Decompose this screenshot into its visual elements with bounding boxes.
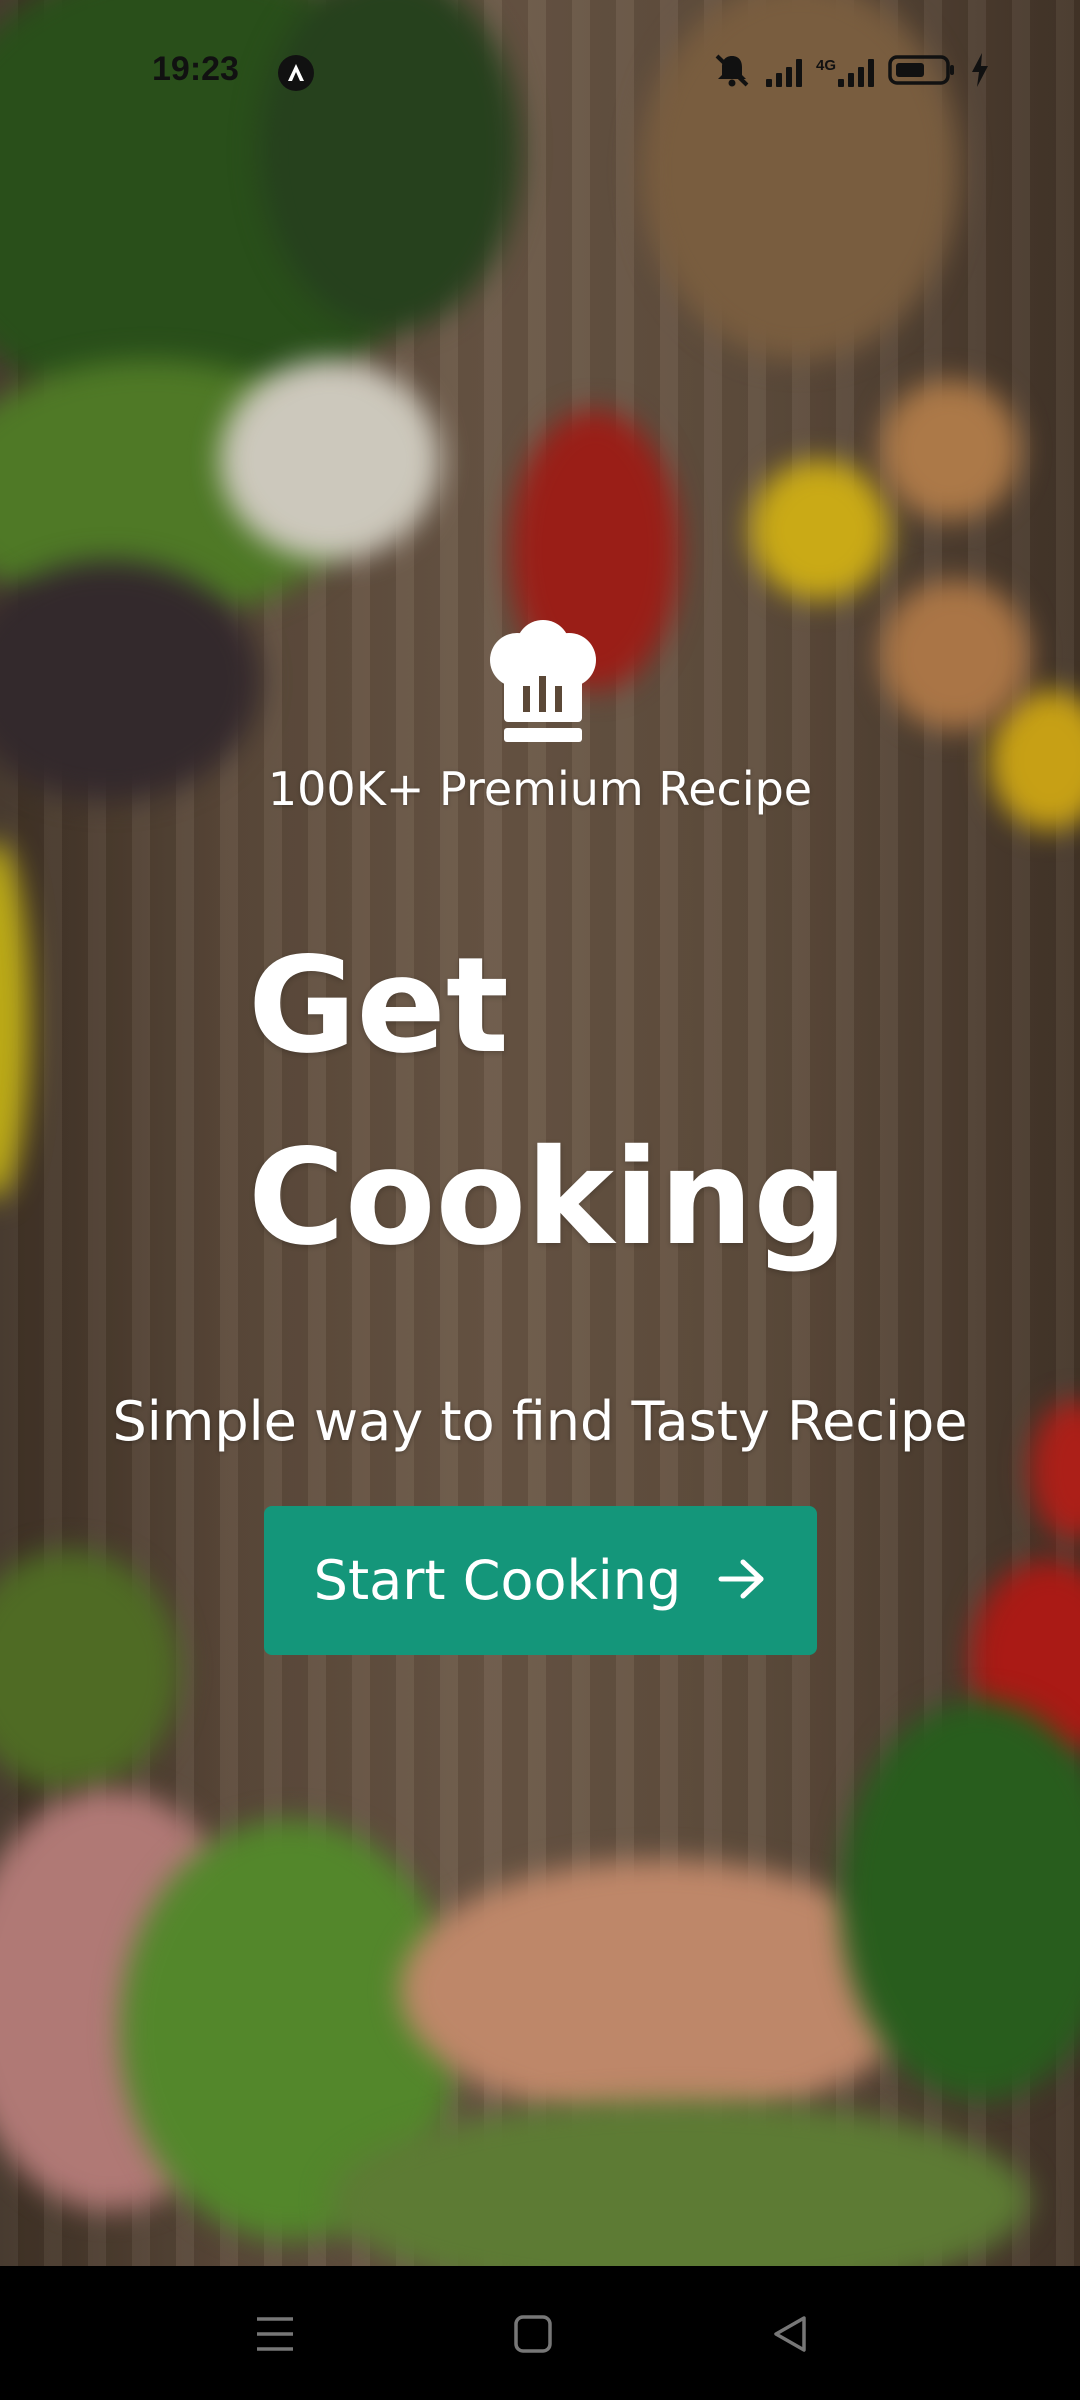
start-cooking-button[interactable]: Start Cooking [264, 1506, 817, 1655]
home-icon[interactable] [493, 2294, 573, 2374]
headline-line-1: Get [248, 929, 509, 1083]
mute-icon [712, 52, 752, 92]
subtitle: Simple way to find Tasty Recipe [112, 1390, 968, 1453]
tagline: 100K+ Premium Recipe [267, 762, 813, 816]
charging-icon [970, 53, 990, 91]
battery-icon [888, 54, 956, 90]
onboarding-screen: 19:23 4G 100K+ Premium Recipe Get Cookin… [0, 0, 1080, 2400]
start-cooking-label: Start Cooking [313, 1549, 682, 1612]
back-icon[interactable] [750, 2294, 830, 2374]
arrow-right-icon [717, 1557, 767, 1605]
status-time: 19:23 [152, 50, 239, 88]
notification-app-icon [278, 55, 314, 91]
status-icons: 4G [712, 52, 990, 92]
chef-hat-icon [484, 620, 602, 750]
signal-icon [765, 57, 802, 87]
headline: Get Cooking [248, 910, 848, 1294]
signal-4g-icon: 4G [816, 57, 874, 87]
menu-icon[interactable] [235, 2294, 315, 2374]
navigation-bar [0, 2266, 1080, 2400]
network-type: 4G [815, 57, 836, 74]
status-bar: 19:23 4G [0, 0, 1080, 140]
headline-line-2: Cooking [248, 1121, 848, 1275]
